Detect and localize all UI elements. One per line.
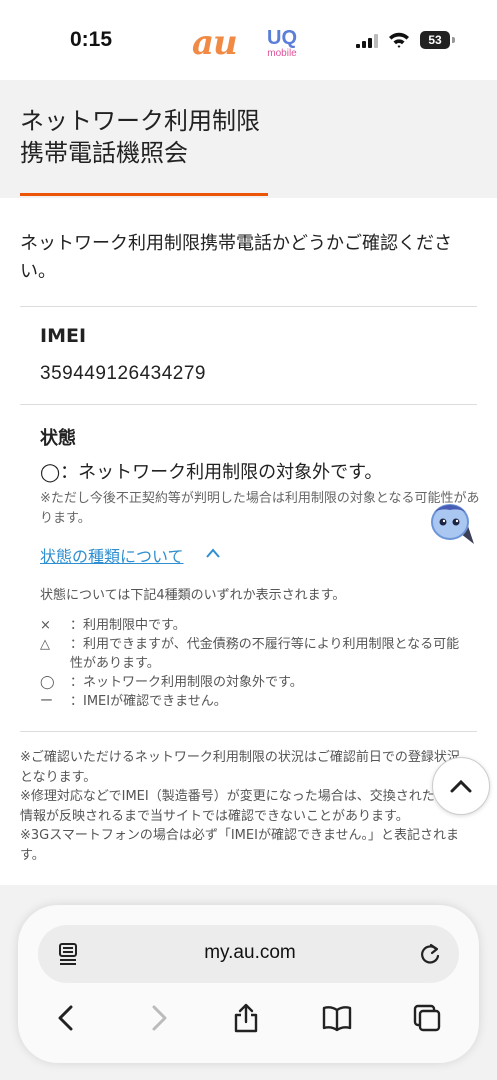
- share-icon[interactable]: [231, 1003, 261, 1033]
- status-bar: 0:15 au UQ mobile 53: [0, 0, 497, 80]
- tabs-icon[interactable]: [412, 1003, 442, 1033]
- back-icon[interactable]: [52, 1003, 82, 1033]
- status-value: ◯：ネットワーク利用制限の対象外です。: [40, 462, 383, 483]
- status-type-item: △ ：利用できますが、代金債務の不履行等により利用制限となる可能性があります。: [40, 635, 460, 673]
- scroll-to-top-button[interactable]: [432, 757, 490, 815]
- divider: [20, 404, 477, 405]
- status-type-symbol: △: [40, 637, 50, 652]
- imei-label: IMEI: [40, 325, 87, 347]
- page-header: ネットワーク利用制限 携帯電話機照会: [0, 80, 497, 198]
- status-label: 状態: [40, 428, 76, 449]
- status-note: ※ただし今後不正契約等が判明した場合は利用制限の対象となる可能性があります。: [40, 491, 480, 526]
- status-type-item: × ：利用制限中です。: [40, 616, 460, 635]
- forward-icon[interactable]: [143, 1003, 173, 1033]
- status-types-toggle-link[interactable]: 状態の種類について: [40, 543, 184, 567]
- chevron-up-icon: [450, 779, 472, 793]
- footnote: ※ご確認いただけるネットワーク利用制限の状況はご確認前日での登録状況となります。: [20, 750, 460, 785]
- status-type-symbol: ×: [40, 618, 51, 633]
- address-bar-url[interactable]: my.au.com: [150, 942, 350, 964]
- signal-icon: [356, 34, 378, 48]
- au-logo: au: [192, 23, 238, 63]
- status-types-list: × ：利用制限中です。 △ ：利用できますが、代金債務の不履行等により利用制限と…: [40, 616, 460, 711]
- uq-logo-subtext: mobile: [267, 48, 297, 59]
- uq-logo-text: UQ: [267, 27, 297, 49]
- status-time: 0:15: [70, 28, 113, 51]
- reader-icon[interactable]: [58, 942, 78, 966]
- status-types-intro: 状態については下記4種類のいずれか表示されます。: [40, 588, 346, 603]
- mascot-chat-icon[interactable]: [428, 500, 478, 548]
- page-title-line1: ネットワーク利用制限: [20, 107, 260, 135]
- chevron-up-icon[interactable]: [205, 546, 221, 560]
- imei-value: 359449126434279: [40, 363, 207, 384]
- page-title-line2: 携帯電話機照会: [20, 139, 188, 167]
- status-type-text: ：IMEIが確認できません。: [70, 694, 227, 709]
- status-type-item: ー ：IMEIが確認できません。: [40, 692, 460, 711]
- battery-cap: [452, 37, 455, 43]
- wifi-icon: [389, 32, 409, 48]
- page-title: ネットワーク利用制限 携帯電話機照会: [20, 105, 260, 169]
- battery-indicator: 53: [420, 31, 450, 49]
- status-type-item: ◯ ：ネットワーク利用制限の対象外です。: [40, 673, 460, 692]
- footnote: ※3Gスマートフォンの場合は必ず「IMEIが確認できません。」と表記されます。: [20, 828, 460, 863]
- divider: [20, 731, 477, 732]
- intro-text: ネットワーク利用制限携帯電話かどうかご確認ください。: [20, 233, 452, 282]
- bookmarks-icon[interactable]: [322, 1003, 352, 1033]
- uq-mobile-logo: UQ mobile: [262, 28, 302, 60]
- status-type-text: ：利用制限中です。: [70, 618, 186, 633]
- reload-icon[interactable]: [419, 942, 441, 966]
- status-type-text: ：ネットワーク利用制限の対象外です。: [70, 675, 303, 690]
- title-underline: [20, 193, 268, 196]
- divider: [20, 306, 477, 307]
- status-type-symbol: ー: [40, 694, 54, 709]
- footnotes: ※ご確認いただけるネットワーク利用制限の状況はご確認前日での登録状況となります。…: [20, 748, 472, 865]
- footnote: ※修理対応などでIMEI（製造番号）が変更になった場合は、交換された旨の情報が反…: [20, 789, 461, 824]
- status-type-symbol: ◯: [40, 675, 55, 690]
- status-type-text: ：利用できますが、代金債務の不履行等により利用制限となる可能性があります。: [70, 637, 460, 671]
